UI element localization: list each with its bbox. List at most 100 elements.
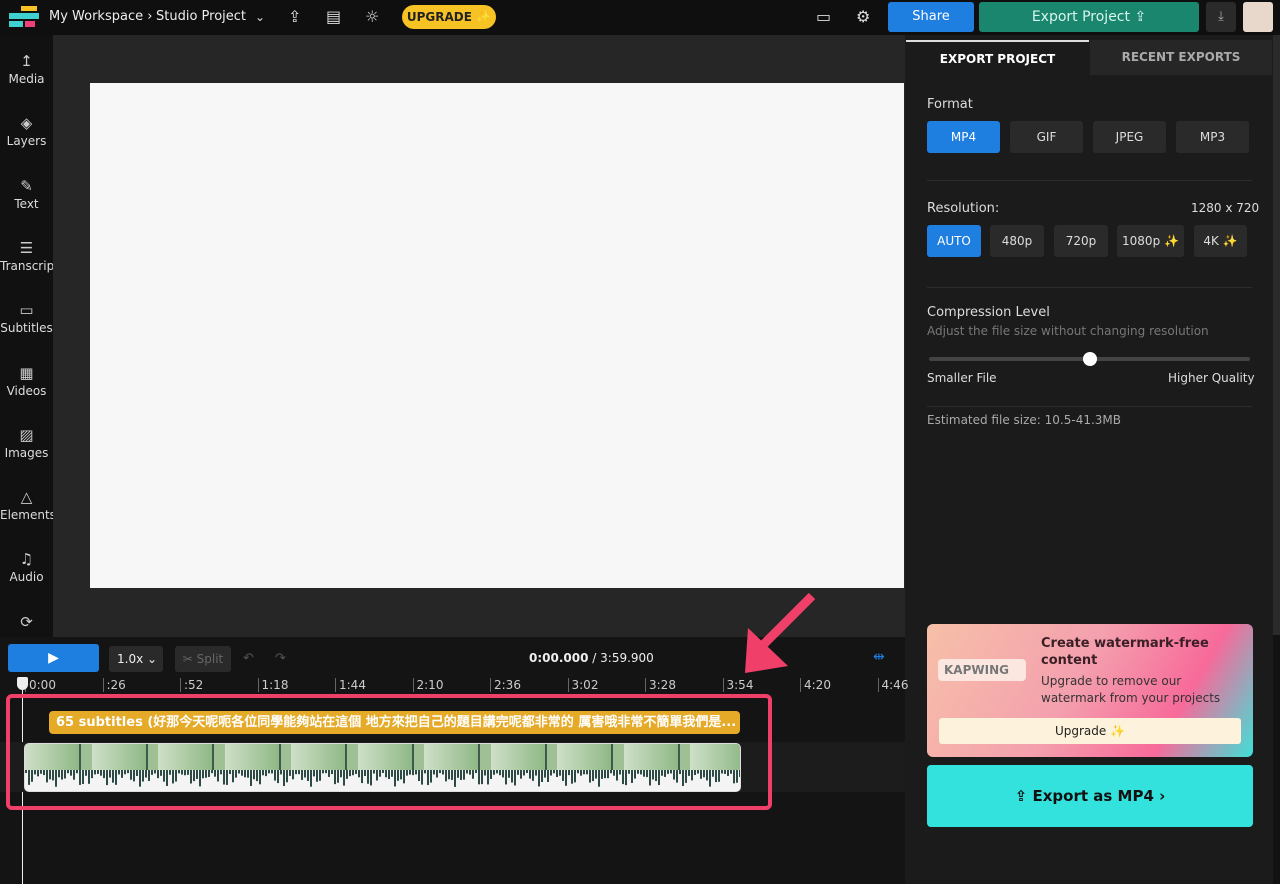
- sidebar-item-audio[interactable]: ♫ Audio: [0, 550, 53, 584]
- timeline-tick: :52: [180, 678, 203, 692]
- resolution-value: 1280 x 720: [1191, 201, 1260, 215]
- estimated-file-size: Estimated file size: 10.5-41.3MB: [927, 413, 1122, 427]
- format-jpeg[interactable]: JPEG: [1093, 121, 1166, 153]
- sidebar-item-transcript[interactable]: ☰ Transcript: [0, 238, 59, 273]
- export-mp4-label: Export as MP4: [1032, 787, 1154, 805]
- share-button[interactable]: Share: [888, 2, 974, 32]
- sidebar-icon: ↥: [20, 52, 33, 70]
- export-mp4-button[interactable]: ⇪ Export as MP4 ›: [927, 765, 1253, 827]
- timeline-tick: 1:44: [335, 678, 366, 692]
- timeline-tick: 4:20: [800, 678, 831, 692]
- format-mp3[interactable]: MP3: [1176, 121, 1249, 153]
- divider: [927, 406, 1252, 407]
- split-button[interactable]: ✂ Split: [175, 646, 231, 672]
- upgrade-button[interactable]: UPGRADE ✨: [402, 5, 496, 29]
- avatar[interactable]: [1243, 2, 1273, 32]
- sidebar-icon: ▨: [19, 425, 34, 444]
- tab-export-project[interactable]: EXPORT PROJECT: [906, 40, 1089, 75]
- timeline-tick: 3:54: [722, 678, 753, 692]
- timeline-tick: 2:36: [490, 678, 521, 692]
- compression-label: Compression Level: [927, 305, 1050, 320]
- sidebar-item-label: Media: [8, 72, 45, 86]
- promo-description: Upgrade to remove our watermark from you…: [1041, 674, 1221, 705]
- sidebar-item-label: Transcript: [0, 258, 59, 273]
- promo-title: Create watermark-free content: [1041, 636, 1209, 668]
- sidebar-icon: ♫: [19, 550, 34, 569]
- resolution-option[interactable]: AUTO: [927, 225, 981, 257]
- sidebar-item-elements[interactable]: △ Elements: [0, 488, 56, 523]
- timeline-tick: 3:28: [645, 678, 676, 692]
- project-title[interactable]: Studio Project: [156, 9, 246, 24]
- upload-icon: ⇪: [1014, 787, 1033, 805]
- sidebar-icon: ▦: [19, 363, 34, 382]
- sidebar-item-label: Layers: [6, 134, 47, 149]
- divider: [927, 180, 1252, 181]
- format-label: Format: [927, 97, 973, 112]
- kapwing-logo[interactable]: [9, 6, 39, 28]
- sidebar-item-more[interactable]: ⟳: [0, 613, 53, 633]
- kapwing-watermark-logo: KAPWING: [938, 659, 1026, 681]
- sidebar-item-media[interactable]: ↥ Media: [0, 52, 53, 86]
- highlight-box: [6, 694, 772, 810]
- resolution-option[interactable]: 480p: [990, 225, 1044, 257]
- sidebar-item-label: Text: [14, 196, 39, 211]
- resolution-option[interactable]: 1080p ✨: [1117, 225, 1184, 257]
- gear-icon[interactable]: ⚙: [856, 7, 870, 26]
- download-icon[interactable]: ⤓: [1206, 2, 1236, 32]
- fit-timeline-icon[interactable]: ⇹: [873, 649, 885, 665]
- watermark-promo: KAPWING Create watermark-free content Up…: [927, 624, 1253, 757]
- sidebar-icon: ☰: [19, 238, 34, 257]
- undo-icon[interactable]: ↶: [243, 651, 254, 666]
- chevron-right-icon: ›: [1153, 787, 1166, 805]
- comment-icon[interactable]: ▭: [816, 7, 831, 26]
- lightbulb-icon[interactable]: ☼: [365, 7, 379, 26]
- format-gif[interactable]: GIF: [1010, 121, 1083, 153]
- export-project-button[interactable]: Export Project ⇪: [979, 2, 1199, 32]
- breadcrumb-workspace[interactable]: My Workspace ›: [49, 9, 152, 24]
- annotation-arrow: [745, 592, 816, 673]
- sidebar-icon: ⟳: [20, 612, 33, 631]
- sidebar-item-subtitles[interactable]: ▭ Subtitles: [0, 301, 53, 335]
- sidebar-item-label: Videos: [6, 383, 47, 398]
- sidebar-item-videos[interactable]: ▦ Videos: [0, 364, 53, 398]
- scrollbar[interactable]: [1273, 35, 1280, 635]
- total-time: / 3:59.900: [588, 651, 654, 665]
- sidebar-icon: ◈: [20, 114, 33, 133]
- compression-description: Adjust the file size without changing re…: [927, 324, 1209, 338]
- timeline-tick: 4:46: [877, 678, 908, 692]
- sidebar-icon: △: [20, 488, 33, 507]
- subtitles-icon[interactable]: ▤: [326, 7, 341, 26]
- upgrade-button[interactable]: Upgrade ✨: [939, 718, 1241, 744]
- tab-recent-exports[interactable]: RECENT EXPORTS: [1090, 40, 1272, 75]
- sidebar-item-label: Elements: [0, 508, 56, 523]
- speed-select[interactable]: 1.0x ⌄: [109, 646, 163, 672]
- slider-max-label: Higher Quality: [1168, 371, 1255, 385]
- slider-handle[interactable]: [1082, 352, 1097, 366]
- slider-min-label: Smaller File: [927, 371, 997, 385]
- redo-icon[interactable]: ↷: [275, 651, 286, 666]
- timeline-tick: 1:18: [257, 678, 288, 692]
- sidebar-icon: ▭: [19, 301, 34, 320]
- current-time: 0:00.000: [529, 651, 589, 665]
- chevron-down-icon[interactable]: ⌄: [255, 10, 265, 24]
- upload-icon[interactable]: ⇪: [288, 7, 301, 26]
- divider: [927, 287, 1252, 288]
- timeline-tick: 3:02: [567, 678, 598, 692]
- timeline-tick: 2:10: [412, 678, 443, 692]
- timeline-tick: 0:00: [25, 678, 56, 692]
- timeline-tick: :26: [102, 678, 126, 692]
- sidebar-item-label: Images: [4, 445, 49, 460]
- sidebar-icon: ✎: [20, 176, 33, 195]
- speed-value: 1.0x: [117, 652, 144, 666]
- sidebar-item-text[interactable]: ✎ Text: [0, 177, 53, 211]
- play-button[interactable]: ▶: [8, 644, 99, 672]
- video-preview[interactable]: [90, 83, 904, 588]
- sidebar-item-images[interactable]: ▨ Images: [0, 426, 53, 460]
- resolution-label: Resolution:: [927, 201, 1000, 216]
- playhead-handle[interactable]: [17, 677, 28, 690]
- sidebar-item-layers[interactable]: ◈ Layers: [0, 114, 53, 148]
- format-mp4[interactable]: MP4: [927, 121, 1000, 153]
- resolution-option[interactable]: 720p: [1054, 225, 1108, 257]
- resolution-option[interactable]: 4K ✨: [1194, 225, 1247, 257]
- sidebar-item-label: Audio: [9, 570, 44, 585]
